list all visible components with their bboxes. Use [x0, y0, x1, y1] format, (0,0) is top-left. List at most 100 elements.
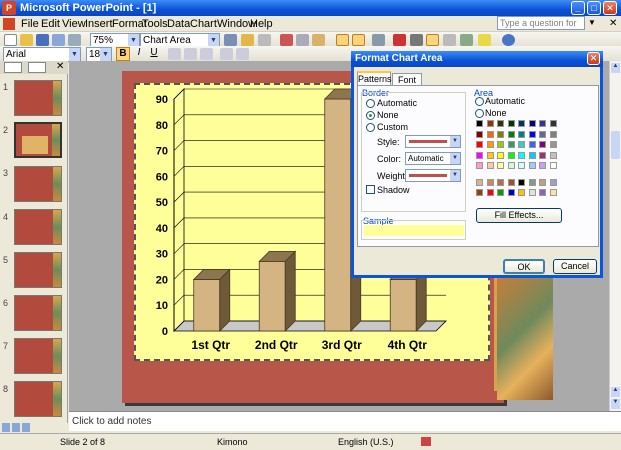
style-select[interactable]: ▼ — [405, 135, 461, 148]
align-left-icon[interactable] — [168, 48, 181, 60]
color-swatch[interactable] — [518, 189, 525, 196]
color-swatch[interactable] — [507, 189, 515, 196]
color-swatch[interactable] — [528, 151, 536, 159]
color-swatch[interactable] — [549, 162, 557, 169]
legend-icon[interactable] — [393, 34, 406, 46]
next-slide-icon[interactable]: ▼ — [611, 399, 620, 409]
paste-icon[interactable] — [312, 34, 325, 46]
menu-help[interactable]: Help — [250, 18, 273, 30]
color-swatch[interactable] — [549, 141, 557, 148]
slideshow-view-icon[interactable] — [22, 423, 30, 432]
help-icon[interactable] — [502, 34, 515, 46]
border-custom-radio[interactable] — [366, 123, 375, 132]
fill-effects-button[interactable]: Fill Effects... — [476, 208, 562, 223]
color-swatch[interactable] — [518, 162, 525, 169]
new-icon[interactable] — [4, 34, 17, 46]
gridlines-icon[interactable] — [426, 34, 439, 46]
outline-tab[interactable] — [4, 62, 22, 73]
color-swatch[interactable] — [497, 178, 504, 186]
ask-dropdown-icon[interactable]: ▼ — [588, 18, 596, 27]
color-swatch[interactable] — [518, 120, 525, 127]
color-swatch[interactable] — [549, 178, 557, 186]
color-swatch[interactable] — [497, 130, 504, 138]
menu-chart[interactable]: Chart — [190, 18, 217, 30]
color-swatch[interactable] — [528, 141, 536, 148]
slide-thumbnail[interactable] — [14, 209, 62, 245]
slide-thumbnail[interactable] — [14, 252, 62, 288]
color-swatch[interactable] — [486, 141, 494, 148]
color-swatch[interactable] — [497, 162, 504, 169]
menu-edit[interactable]: Edit — [41, 18, 60, 30]
percent-icon[interactable] — [236, 48, 249, 60]
color-swatch[interactable] — [497, 120, 504, 127]
menu-data[interactable]: Data — [167, 18, 190, 30]
color-swatch[interactable] — [539, 189, 546, 196]
bold-button[interactable]: B — [116, 47, 130, 61]
slide-thumbnail[interactable] — [14, 338, 62, 374]
open-icon[interactable] — [20, 34, 33, 46]
vertical-scrollbar[interactable]: ▲ ▲ ▼ — [609, 61, 621, 411]
notes-pane[interactable]: Click to add notes — [69, 411, 621, 431]
color-swatch[interactable] — [507, 120, 515, 127]
color-swatch[interactable] — [539, 120, 546, 127]
color-swatch[interactable] — [539, 151, 546, 159]
italic-button[interactable]: I — [132, 47, 146, 61]
align-right-icon[interactable] — [200, 48, 213, 60]
save-icon[interactable] — [36, 34, 49, 46]
color-swatch[interactable] — [476, 151, 483, 159]
color-swatch[interactable] — [476, 178, 483, 186]
color-swatch[interactable] — [507, 151, 515, 159]
color-swatch[interactable] — [539, 162, 546, 169]
slide-thumbnail[interactable] — [14, 166, 62, 202]
fill-color-icon[interactable] — [460, 34, 473, 46]
chart-type-icon[interactable] — [372, 34, 385, 46]
color-swatch[interactable] — [507, 162, 515, 169]
color-swatch[interactable] — [486, 178, 494, 186]
font-size-select[interactable]: 18 ▼ — [86, 47, 112, 62]
color-swatch[interactable] — [497, 189, 504, 196]
color-swatch[interactable] — [497, 151, 504, 159]
border-none-radio[interactable] — [366, 111, 375, 120]
color-swatch[interactable] — [518, 141, 525, 148]
by-row-icon[interactable] — [336, 34, 349, 46]
previous-slide-icon[interactable]: ▲ — [611, 387, 620, 397]
paint-bucket-icon[interactable] — [478, 34, 491, 46]
weight-select[interactable]: ▼ — [405, 169, 461, 182]
dialog-close-button[interactable]: ✕ — [587, 52, 600, 65]
color-swatch[interactable] — [528, 162, 536, 169]
color-swatch[interactable] — [486, 151, 494, 159]
slide-thumbnail-selected[interactable] — [14, 122, 62, 158]
color-swatch[interactable] — [549, 151, 557, 159]
color-swatch[interactable] — [507, 141, 515, 148]
cut-icon[interactable] — [280, 34, 293, 46]
color-swatch[interactable] — [476, 162, 483, 169]
color-swatch[interactable] — [518, 178, 525, 186]
border-automatic-radio[interactable] — [366, 99, 375, 108]
tab-patterns[interactable]: Patterns — [357, 71, 392, 86]
color-swatch[interactable] — [539, 178, 546, 186]
color-swatch[interactable] — [486, 120, 494, 127]
color-swatch[interactable] — [476, 120, 483, 127]
color-swatch[interactable] — [486, 189, 494, 196]
color-swatch[interactable] — [507, 178, 515, 186]
normal-view-icon[interactable] — [2, 423, 10, 432]
color-swatch[interactable] — [549, 130, 557, 138]
close-pane-icon[interactable]: ✕ — [56, 61, 64, 72]
slide-thumbnail[interactable] — [14, 295, 62, 331]
ask-question-input[interactable]: Type a question for help — [497, 16, 585, 40]
font-select[interactable]: Arial ▼ — [3, 47, 81, 62]
color-swatch[interactable] — [476, 141, 483, 148]
color-swatch[interactable] — [528, 178, 536, 186]
ok-button[interactable]: OK — [503, 259, 545, 274]
slide-thumbnail[interactable] — [14, 381, 62, 417]
doc-close-icon[interactable]: ✕ — [609, 18, 617, 29]
menu-file[interactable]: File — [21, 18, 39, 30]
color-swatch[interactable] — [497, 141, 504, 148]
sorter-view-icon[interactable] — [12, 423, 20, 432]
color-swatch[interactable] — [476, 189, 483, 196]
underline-button[interactable]: U — [147, 47, 161, 61]
color-swatch[interactable] — [486, 162, 494, 169]
area-automatic-radio[interactable] — [475, 97, 484, 106]
permission-icon[interactable] — [52, 34, 65, 46]
copy-icon[interactable] — [296, 34, 309, 46]
